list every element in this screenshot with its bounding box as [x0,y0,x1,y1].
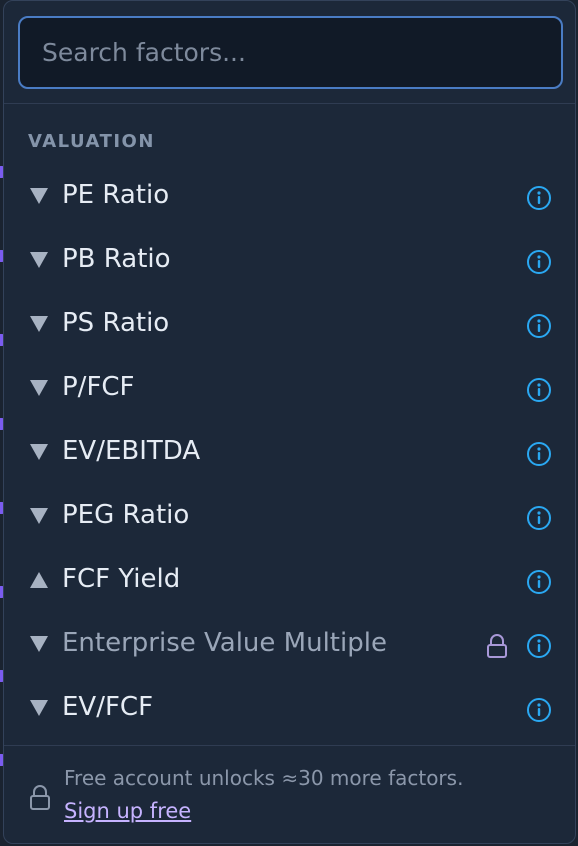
triangle-down-icon [30,508,48,524]
triangle-up-icon [30,572,48,588]
info-circle-icon[interactable] [526,377,552,403]
info-circle-icon[interactable] [526,633,552,659]
factor-item[interactable]: PE Ratio [4,165,575,229]
triangle-down-icon [30,380,48,396]
section-header-valuation: VALUATION [28,131,155,152]
factor-label: EV/EBITDA [62,436,201,466]
search-area [4,1,575,104]
factor-item[interactable]: PB Ratio [4,229,575,293]
info-circle-icon[interactable] [526,185,552,211]
factor-item[interactable]: FCF Yield [4,549,575,613]
factor-label: PEG Ratio [62,500,190,530]
factor-item[interactable]: PEG Ratio [4,485,575,549]
triangle-down-icon [30,700,48,716]
info-circle-icon[interactable] [526,441,552,467]
lock-icon [487,634,507,658]
factor-item[interactable]: EV/EBITDA [4,421,575,485]
sign-up-link[interactable]: Sign up free [64,799,191,823]
info-circle-icon[interactable] [526,505,552,531]
upgrade-footer: Free account unlocks ≈30 more factors. S… [4,745,575,843]
triangle-down-icon [30,636,48,652]
factor-label: PB Ratio [62,244,171,274]
factor-list: PE Ratio PB Ratio PS Ratio P/FCF EV/EBITDA PE… [4,165,575,741]
info-circle-icon[interactable] [526,249,552,275]
search-input[interactable] [18,16,563,89]
factor-label: P/FCF [62,372,135,402]
lock-icon [30,785,50,810]
triangle-down-icon [30,444,48,460]
factor-picker-dropdown: VALUATION PE Ratio PB Ratio PS Ratio P/FCF E… [3,0,576,844]
info-circle-icon[interactable] [526,697,552,723]
factor-item[interactable]: EV/FCF [4,677,575,741]
factor-label: PS Ratio [62,308,170,338]
info-circle-icon[interactable] [526,313,552,339]
factor-label: Enterprise Value Multiple [62,628,387,658]
info-circle-icon[interactable] [526,569,552,595]
triangle-down-icon [30,252,48,268]
factor-label: PE Ratio [62,180,170,210]
triangle-down-icon [30,316,48,332]
factor-item[interactable]: PS Ratio [4,293,575,357]
triangle-down-icon [30,188,48,204]
factor-label: EV/FCF [62,692,154,722]
upgrade-message: Free account unlocks ≈30 more factors. [64,766,464,790]
factor-item[interactable]: Enterprise Value Multiple [4,613,575,677]
factor-label: FCF Yield [62,564,181,594]
factor-item[interactable]: P/FCF [4,357,575,421]
